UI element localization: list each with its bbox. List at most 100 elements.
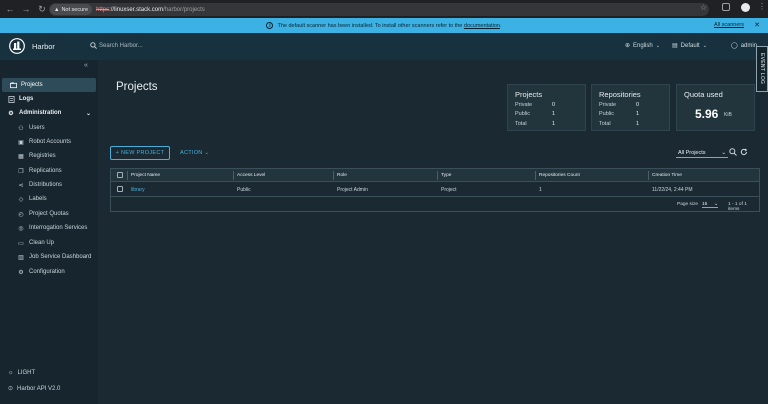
sidebar-item-label: Distributions [29,182,63,188]
projects-icon [9,81,17,89]
chevron-down-icon: ⌄ [702,42,707,49]
search-icon[interactable] [729,148,737,156]
project-filter-select[interactable]: All Projects ⌄ [676,148,728,158]
table-row[interactable]: library Public Project Admin Project 1 1… [111,182,759,197]
address-bar[interactable]: ▲ Not secure https ://linuxser.stack.com… [49,3,709,16]
light-theme-toggle[interactable]: ☼ LIGHT [8,370,35,376]
sidebar-item-label: Registries [29,153,56,159]
sidebar-item-replications[interactable]: ❐ Replications [0,164,98,178]
theme-selector[interactable]: ▤ Default ⌄ [672,42,707,50]
column-header-access-level[interactable]: Access Level [237,173,265,178]
configuration-icon: ⚙ [18,269,24,276]
page-size-label: Page size [677,202,699,207]
projects-table: Project Name Access Level Role Type Repo… [110,168,760,212]
action-dropdown[interactable]: ACTION ⌄ [180,150,209,156]
harbor-logo[interactable] [9,38,25,54]
sidebar-item-administration[interactable]: ⚙ Administration ⌄ [0,106,98,120]
chevron-down-icon: ⌄ [655,42,660,49]
sidebar-item-job-service-dashboard[interactable]: ▥ Job Service Dashboard [0,250,98,264]
documentation-link[interactable]: documentation [464,23,500,29]
all-scanners-link[interactable]: All scanners [714,22,744,28]
warning-icon: ▲ [54,6,60,13]
quotas-icon: ◴ [18,211,24,218]
reload-icon[interactable]: ↻ [36,3,48,15]
sidebar-item-labels[interactable]: ◇ Labels [0,192,98,206]
interrogation-icon: ◎ [18,225,24,232]
sidebar-item-distributions[interactable]: ⋖ Distributions [0,178,98,192]
total-label: Total [599,121,611,127]
sidebar-item-projects[interactable]: Projects [2,78,96,92]
public-label: Public [599,111,614,117]
language-selector[interactable]: ⊕ English ⌄ [625,42,660,50]
app-name[interactable]: Harbor [32,42,55,51]
total-count: 1 [552,121,556,127]
close-icon[interactable]: ✕ [754,21,760,29]
public-label: Public [515,111,530,117]
replications-icon: ❐ [18,168,24,175]
column-divider [233,171,234,180]
sidebar-item-project-quotas[interactable]: ◴ Project Quotas [0,207,98,221]
sidebar-item-label: Job Service Dashboard [29,254,92,260]
page-size-value: 15 [702,201,708,207]
users-icon: ⚇ [18,125,24,132]
total-label: Total [515,121,527,127]
sidebar-item-label: Project Quotas [29,211,69,217]
column-header-creation-time[interactable]: Creation Time [652,173,682,178]
chevron-down-icon: ⌄ [721,149,726,156]
theme-label: Default [680,42,700,49]
sidebar-item-label: Users [29,125,45,131]
user-menu[interactable]: ◯ admin [731,42,757,50]
sun-icon: ☼ [8,370,14,376]
table-header: Project Name Access Level Role Type Repo… [111,169,759,182]
quota-unit: KiB [724,112,732,118]
sidebar-item-configuration[interactable]: ⚙ Configuration [0,265,98,279]
new-project-button[interactable]: + NEW PROJECT [110,146,170,160]
select-all-checkbox[interactable] [117,172,123,178]
browser-menu-icon[interactable]: ⋮ [758,2,766,11]
page-size-select[interactable]: 15 ⌄ [702,201,718,208]
bookmark-star-icon[interactable]: ☆ [700,3,707,12]
search-input[interactable]: Search Harbor... [99,43,143,49]
back-icon[interactable]: ← [4,3,16,15]
extensions-icon[interactable] [722,3,730,11]
harbor-api-link[interactable]: ⊙ Harbor API V2.0 [8,385,60,393]
column-header-repositories-count[interactable]: Repositories Count [539,173,580,178]
sidebar-item-registries[interactable]: ▦ Registries [0,149,98,163]
profile-avatar[interactable] [741,3,750,12]
registries-icon: ▦ [18,153,24,160]
collapse-sidebar-icon[interactable]: « [84,62,88,69]
event-log-tab[interactable]: EVENT LOG [756,46,768,92]
sidebar-item-robot-accounts[interactable]: ▣ Robot Accounts [0,135,98,149]
private-label: Private [599,102,617,108]
user-icon: ◯ [731,43,738,49]
column-header-project-name[interactable]: Project Name [131,173,160,178]
pagination-range: 1 - 1 of 1 items [728,202,747,212]
access-level-cell: Public [237,187,251,193]
refresh-icon[interactable] [740,148,748,156]
sidebar-item-interrogation-services[interactable]: ◎ Interrogation Services [0,221,98,235]
banner-text: The default scanner has been installed. … [277,22,463,29]
scanner-banner: i The default scanner has been installed… [0,18,768,33]
sidebar-item-users[interactable]: ⚇ Users [0,121,98,135]
url-path: /harbor/projects [163,6,205,13]
column-header-type[interactable]: Type [441,173,451,178]
global-search[interactable]: Search Harbor... [90,42,143,49]
forward-icon[interactable]: → [20,3,32,15]
not-secure-label: Not secure [61,6,89,13]
sidebar-item-logs[interactable]: Logs [0,92,98,106]
private-label: Private [515,102,533,108]
project-name-link[interactable]: library [131,187,145,193]
sidebar-item-label: Interrogation Services [29,225,88,231]
column-header-role[interactable]: Role [337,173,347,178]
creation-time-cell: 11/22/24, 2:44 PM [652,187,693,193]
row-checkbox[interactable] [117,186,123,192]
sidebar-item-clean-up[interactable]: ▭ Clean Up [0,236,98,250]
column-divider [333,171,334,180]
role-cell: Project Admin [337,187,368,193]
action-label: ACTION [180,150,203,156]
chevron-down-icon: ⌄ [204,150,210,156]
not-secure-badge[interactable]: ▲ Not secure [50,4,93,15]
total-count: 1 [636,121,640,127]
theme-icon: ▤ [672,43,678,49]
distributions-icon: ⋖ [18,182,24,189]
